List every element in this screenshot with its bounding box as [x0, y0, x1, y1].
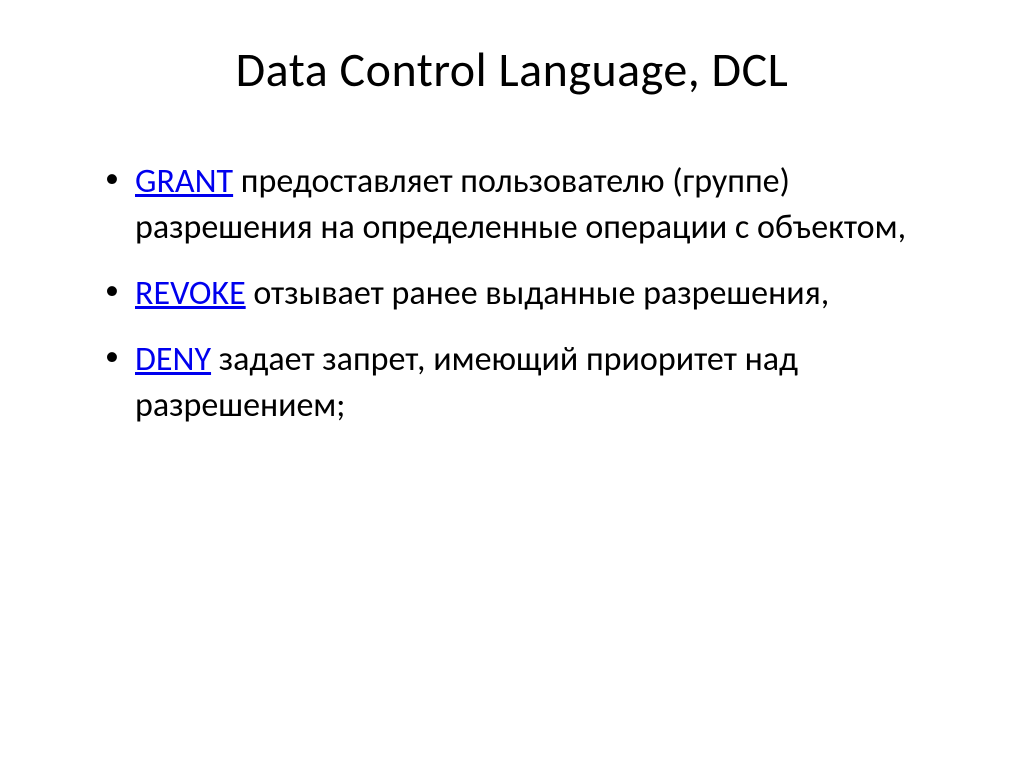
list-item: GRANT предоставляет пользователю (группе…	[105, 159, 949, 251]
keyword-link[interactable]: REVOKE	[135, 273, 246, 314]
item-text: задает запрет, имеющий приоритет над раз…	[135, 339, 798, 426]
keyword-link[interactable]: DENY	[135, 339, 211, 380]
keyword-link[interactable]: GRANT	[135, 161, 233, 202]
item-text: отзывает ранее выданные разрешения,	[246, 273, 830, 314]
bullet-list: GRANT предоставляет пользователю (группе…	[75, 159, 949, 428]
slide-title: Data Control Language, DCL	[75, 40, 949, 99]
item-text: предоставляет пользователю (группе) разр…	[135, 161, 906, 248]
slide-container: Data Control Language, DCL GRANT предост…	[0, 0, 1024, 767]
list-item: REVOKE отзывает ранее выданные разрешени…	[105, 271, 949, 317]
list-item: DENY задает запрет, имеющий приоритет на…	[105, 337, 949, 429]
